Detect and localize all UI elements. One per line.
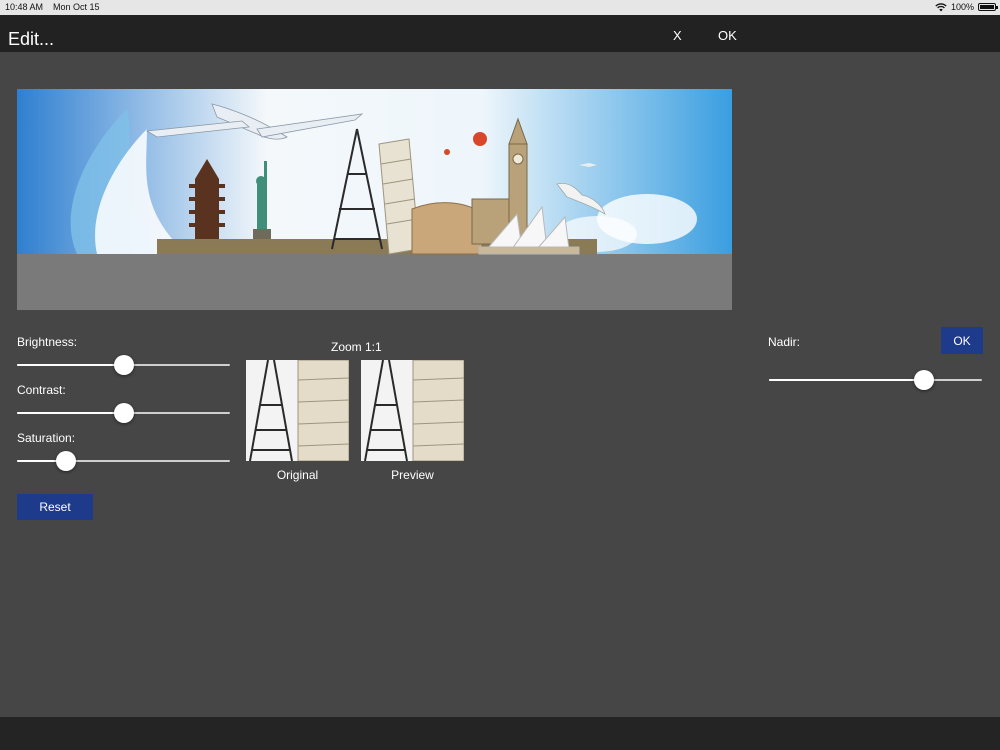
slider-fill — [17, 364, 124, 366]
slider-thumb[interactable] — [55, 451, 76, 471]
slider-thumb[interactable] — [914, 370, 935, 390]
original-thumbnail — [246, 360, 349, 461]
close-button[interactable]: X — [673, 28, 682, 43]
contrast-slider[interactable] — [17, 403, 230, 423]
page-title: Edit... — [8, 29, 55, 49]
preview-thumbnail-image — [361, 360, 464, 461]
preview-thumbnail — [361, 360, 464, 461]
slider-fill — [17, 412, 124, 414]
panorama-illustration — [17, 89, 732, 255]
brightness-slider[interactable] — [17, 355, 230, 375]
nadir-slider[interactable] — [769, 370, 982, 390]
original-caption: Original — [276, 468, 319, 482]
status-bar: 10:48 AM Mon Oct 15 100% — [0, 0, 1000, 15]
saturation-slider[interactable] — [17, 451, 230, 471]
battery-percent: 100% — [950, 2, 974, 12]
status-time: 10:48 AM — [5, 2, 44, 12]
reset-button[interactable]: Reset — [17, 494, 93, 520]
nadir-ok-button[interactable]: OK — [941, 327, 983, 354]
done-button[interactable]: OK — [718, 28, 737, 43]
panorama-image[interactable] — [17, 89, 732, 310]
original-thumbnail-image — [246, 360, 349, 461]
slider-thumb[interactable] — [113, 403, 134, 423]
slider-fill — [769, 379, 925, 381]
contrast-label: Contrast: — [17, 383, 66, 397]
brightness-label: Brightness: — [17, 335, 78, 349]
preview-caption: Preview — [391, 468, 434, 482]
battery-icon — [978, 3, 998, 11]
zoom-title: Zoom 1:1 — [331, 340, 382, 354]
nadir-label: Nadir: — [768, 335, 801, 349]
wifi-icon — [935, 2, 947, 11]
status-right: 100% — [935, 2, 998, 12]
nav-bar: Edit... X OK — [0, 15, 1000, 52]
slider-thumb[interactable] — [113, 355, 134, 375]
status-date: Mon Oct 15 — [53, 2, 100, 12]
saturation-label: Saturation: — [17, 431, 76, 445]
bottom-toolbar — [0, 717, 1000, 750]
